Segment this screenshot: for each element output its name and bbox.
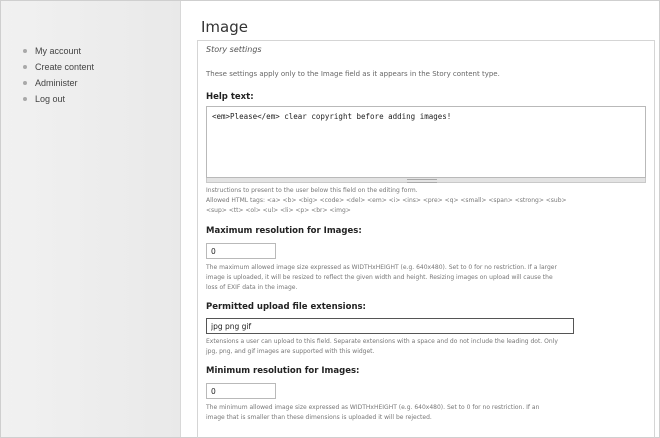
extensions-label: Permitted upload file extensions:	[206, 302, 366, 312]
bullet-icon	[23, 49, 27, 53]
nav-item-my-account[interactable]: My account	[19, 43, 94, 59]
min-resolution-description: image that is smaller than these dimensi…	[206, 414, 432, 421]
nav-item-label[interactable]: Administer	[35, 78, 78, 88]
extensions-input[interactable]	[206, 318, 574, 334]
user-navigation: My account Create content Administer Log…	[19, 43, 94, 107]
page-title: Image	[201, 18, 248, 36]
help-text-description: Instructions to present to the user belo…	[206, 187, 418, 194]
nav-item-administer[interactable]: Administer	[19, 75, 94, 91]
nav-item-create-content[interactable]: Create content	[19, 59, 94, 75]
max-resolution-description: The maximum allowed image size expressed…	[206, 264, 557, 271]
max-resolution-description: loss of EXIF data in the image.	[206, 284, 298, 291]
extensions-description: Extensions a user can upload to this fie…	[206, 338, 558, 345]
bullet-icon	[23, 97, 27, 101]
bullet-icon	[23, 81, 27, 85]
fieldset-description: These settings apply only to the Image f…	[206, 70, 500, 78]
help-text-label: Help text:	[206, 92, 254, 102]
help-text-textarea[interactable]	[206, 106, 646, 178]
min-resolution-description: The minimum allowed image size expressed…	[206, 404, 540, 411]
max-resolution-input[interactable]	[206, 243, 276, 259]
max-resolution-description: image is uploaded, it will be resized to…	[206, 274, 553, 281]
nav-item-label[interactable]: Create content	[35, 62, 94, 72]
allowed-tags-line: <sup> <tt> <ol> <ul> <li> <p> <br> <img>	[206, 207, 351, 214]
min-resolution-input[interactable]	[206, 383, 276, 399]
main-content: Image Story settings These settings appl…	[197, 0, 655, 438]
nav-item-log-out[interactable]: Log out	[19, 91, 94, 107]
nav-item-label[interactable]: My account	[35, 46, 81, 56]
sidebar: My account Create content Administer Log…	[1, 1, 181, 437]
textarea-resize-grip[interactable]	[206, 178, 646, 183]
extensions-description: jpg, png, and gif images are supported w…	[206, 348, 375, 355]
bullet-icon	[23, 65, 27, 69]
story-settings-fieldset	[197, 40, 655, 438]
max-resolution-label: Maximum resolution for Images:	[206, 226, 362, 236]
min-resolution-label: Minimum resolution for Images:	[206, 366, 360, 376]
nav-item-label[interactable]: Log out	[35, 94, 65, 104]
allowed-tags-line: Allowed HTML tags: <a> <b> <big> <code> …	[206, 197, 567, 204]
fieldset-legend: Story settings	[203, 45, 265, 54]
